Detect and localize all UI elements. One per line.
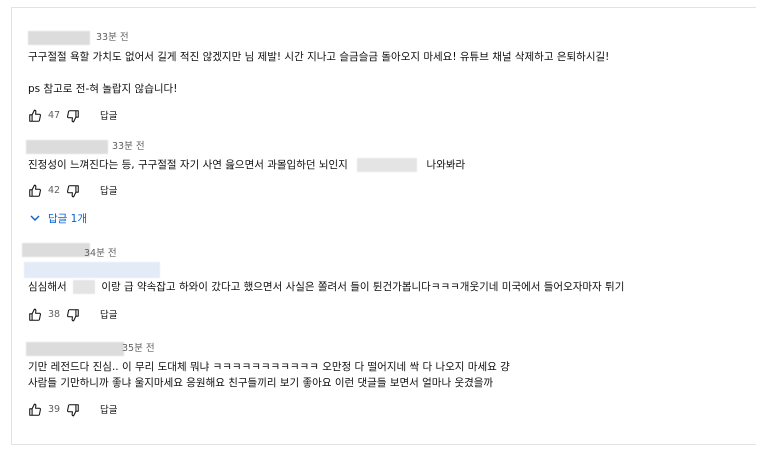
comment-text-line: ps 참고로 전-혀 놀랍지 않습니다!: [28, 83, 178, 95]
view-replies-label: 답글 1개: [48, 212, 87, 225]
redacted-banner: [24, 262, 160, 278]
author-name-redacted[interactable]: [22, 243, 90, 257]
comment-text-part: 진정성이 느껴진다는 등, 구구절절 자기 사연 읊으면서 과몰입하던 뇌인지: [28, 159, 348, 171]
comment-timestamp[interactable]: 33분 전: [96, 32, 129, 44]
comment-text-part: 심심해서: [28, 281, 67, 293]
like-count: 42: [48, 184, 61, 196]
chevron-down-icon: [30, 215, 40, 221]
comment-actions: 38 답글: [28, 306, 117, 322]
author-name-redacted[interactable]: [26, 342, 124, 356]
thumbs-up-icon[interactable]: [28, 402, 42, 416]
reply-button[interactable]: 답글: [100, 183, 117, 197]
like-count: 47: [48, 109, 61, 121]
thumbs-up-icon[interactable]: [28, 183, 42, 197]
view-replies-button[interactable]: 답글 1개: [30, 210, 87, 226]
author-name-redacted[interactable]: [26, 140, 108, 154]
author-name-redacted[interactable]: [28, 31, 90, 45]
comment-text-line: 심심해서 이랑 급 약속잡고 하와이 갔다고 했으면서 사실은 쫄려서 들이 튄…: [28, 279, 624, 295]
like-count: 39: [48, 403, 61, 415]
thumbs-up-icon[interactable]: [28, 108, 42, 122]
comment-text-part: 나와봐라: [426, 159, 466, 171]
thumbs-down-icon[interactable]: [66, 108, 80, 123]
redacted-text: [72, 280, 95, 294]
reply-button[interactable]: 답글: [100, 108, 117, 122]
reply-button[interactable]: 답글: [100, 402, 117, 416]
thumbs-down-icon[interactable]: [66, 402, 80, 417]
comment-timestamp[interactable]: 33분 전: [112, 141, 145, 153]
comment-timestamp[interactable]: 34분 전: [84, 248, 117, 260]
comment-text-line: 구구절절 욕할 가치도 없어서 길게 적진 않겠지만 님 제발! 시간 지나고 …: [28, 51, 610, 63]
comment-text-line: 기만 레전드다 진심.. 이 무리 도대체 뭐냐 ㅋㅋㅋㅋㅋㅋㅋㅋㅋㅋㅋ 오만정…: [28, 361, 510, 373]
comment-text-line: 진정성이 느껴진다는 등, 구구절절 자기 사연 읊으면서 과몰입하던 뇌인지 …: [28, 157, 465, 173]
comment-actions: 42 답글: [28, 182, 117, 198]
thumbs-up-icon[interactable]: [28, 307, 42, 321]
comment-text-line: 사람들 기만하니까 좋냐 울지마세요 응원해요 친구들끼리 보기 좋아요 이런 …: [28, 377, 494, 389]
reply-button[interactable]: 답글: [100, 307, 117, 321]
thumbs-down-icon[interactable]: [66, 307, 80, 322]
redacted-text: [357, 158, 418, 172]
comments-panel: 33분 전 구구절절 욕할 가치도 없어서 길게 적진 않겠지만 님 제발! 시…: [11, 7, 756, 445]
comment-actions: 39 답글: [28, 401, 117, 417]
comment-text-part: 이랑 급 약속잡고 하와이 갔다고 했으면서 사실은 쫄려서 들이 튄건가봅니다…: [101, 281, 625, 293]
comment-actions: 47 답글: [28, 107, 117, 123]
comment-timestamp[interactable]: 35분 전: [122, 343, 155, 355]
like-count: 38: [48, 308, 61, 320]
thumbs-down-icon[interactable]: [66, 183, 80, 198]
